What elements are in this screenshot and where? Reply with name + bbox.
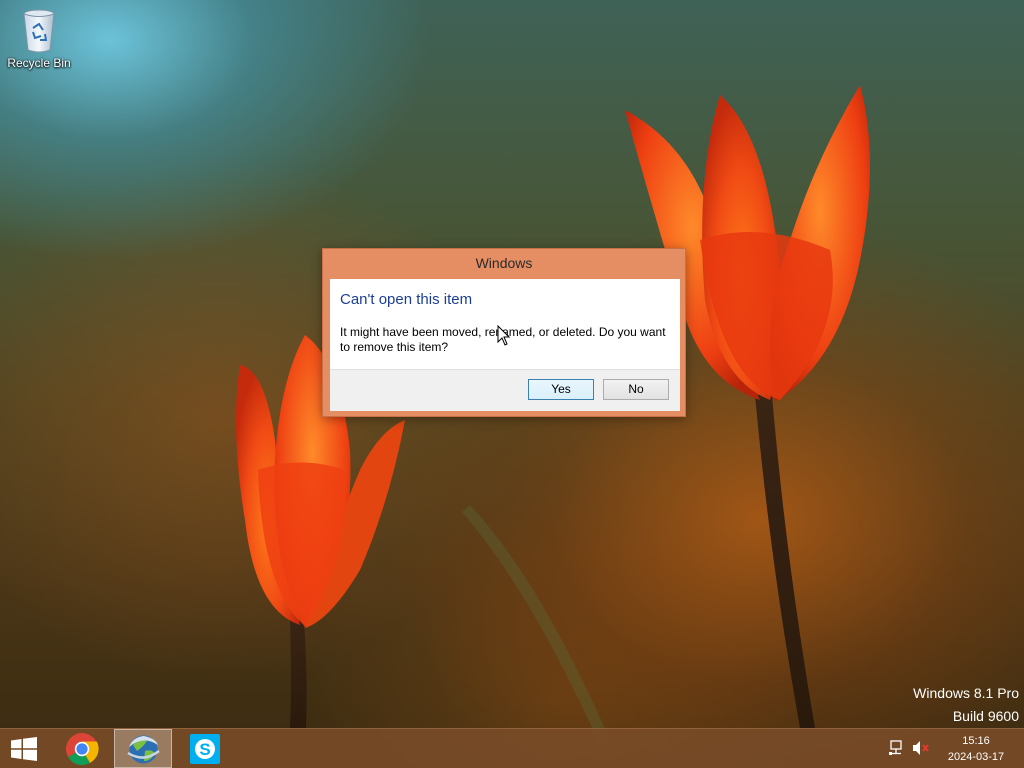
desktop: Recycle Bin Windows Can't open this item… bbox=[0, 0, 1024, 768]
recycle-bin-label: Recycle Bin bbox=[7, 56, 71, 70]
network-icon[interactable] bbox=[888, 740, 904, 756]
dialog-button-bar: Yes No bbox=[330, 369, 680, 411]
os-build-text: Build 9600 bbox=[952, 708, 1019, 724]
clock-date: 2024-03-17 bbox=[947, 751, 1005, 763]
windows-logo-icon bbox=[11, 737, 37, 761]
recycle-bin-shortcut[interactable]: Recycle Bin bbox=[4, 6, 74, 76]
tray-clock[interactable]: 15:16 2024-03-17 bbox=[940, 733, 1012, 765]
clock-time: 15:16 bbox=[962, 735, 990, 747]
svg-text:S: S bbox=[199, 740, 210, 759]
recycle-bin-icon bbox=[23, 9, 55, 53]
yes-button[interactable]: Yes bbox=[528, 379, 594, 400]
dialog-heading: Can't open this item bbox=[340, 291, 473, 308]
os-watermark: Windows 8.1 Pro Build 9600 bbox=[913, 684, 1019, 730]
taskbar: S bbox=[0, 728, 1024, 768]
chrome-icon bbox=[66, 733, 99, 766]
taskbar-app-button-active[interactable] bbox=[114, 729, 172, 768]
globe-app-icon bbox=[127, 735, 160, 764]
mouse-cursor-icon bbox=[497, 325, 511, 346]
os-edition-text: Windows 8.1 Pro bbox=[913, 685, 1019, 701]
skype-icon: S bbox=[190, 734, 220, 764]
dialog-title: Windows bbox=[475, 255, 533, 271]
taskbar-chrome-button[interactable] bbox=[54, 729, 110, 768]
start-button[interactable] bbox=[0, 729, 48, 768]
taskbar-skype-button[interactable]: S bbox=[176, 729, 234, 768]
volume-muted-icon[interactable] bbox=[912, 740, 930, 756]
no-button[interactable]: No bbox=[603, 379, 669, 400]
